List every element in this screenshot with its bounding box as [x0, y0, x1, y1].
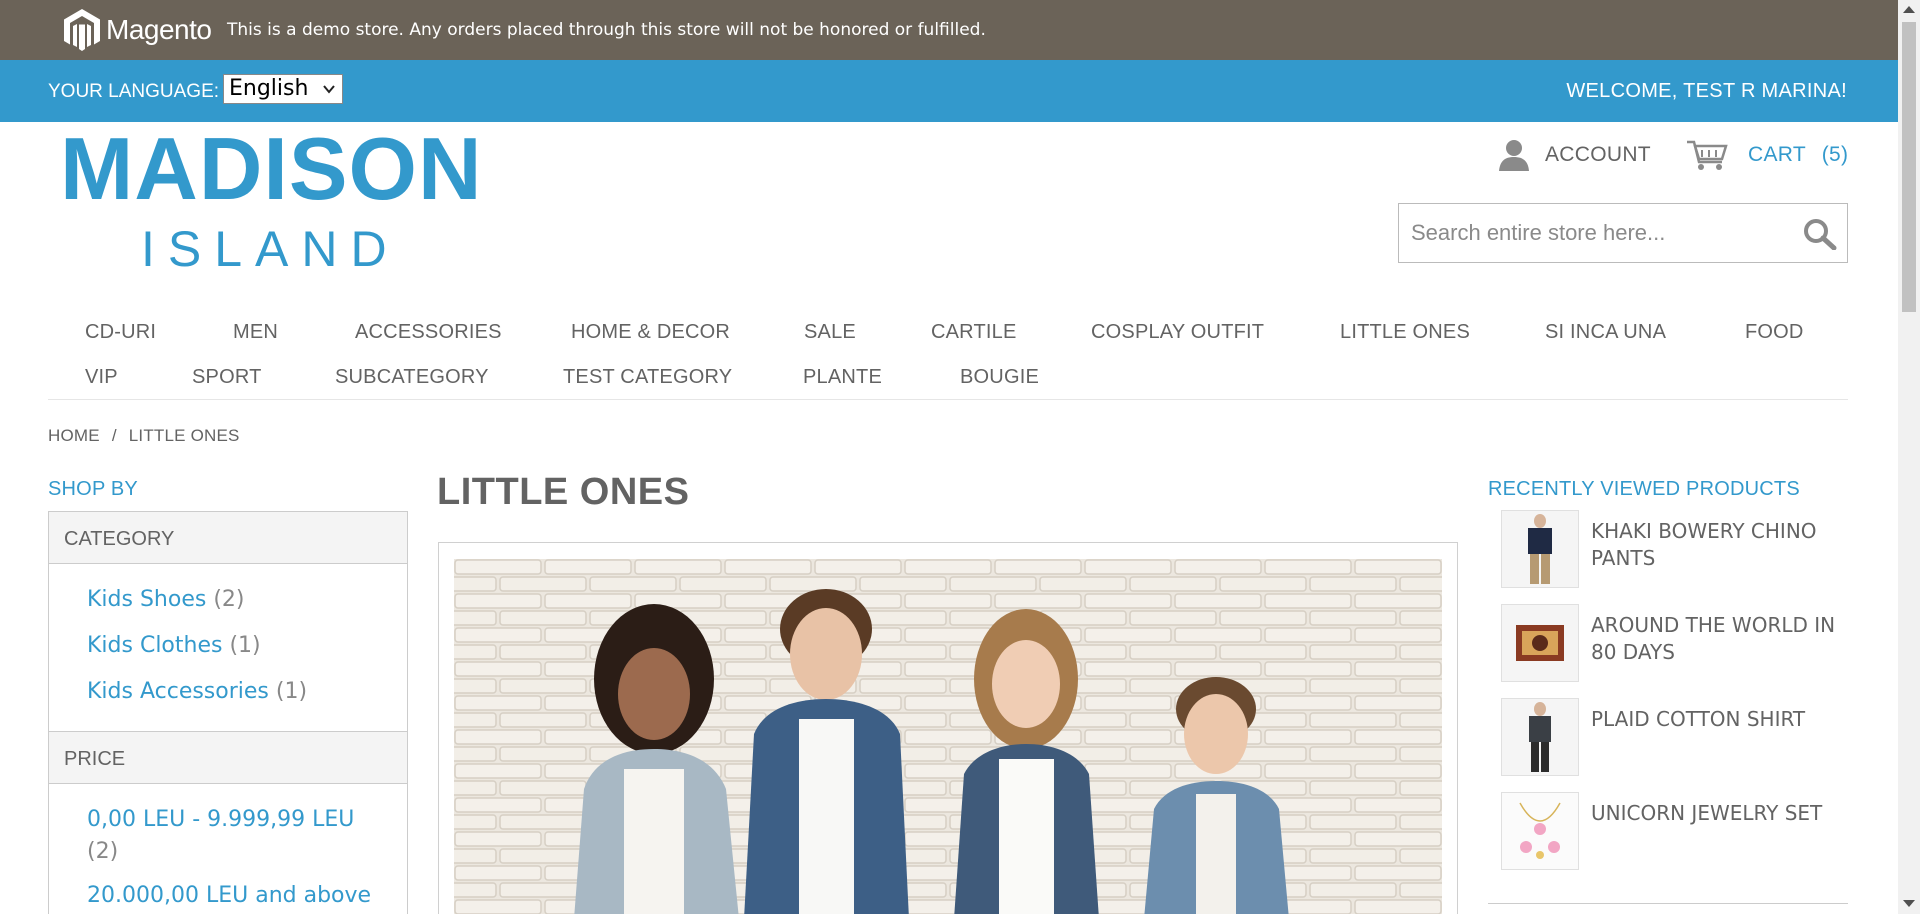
scroll-down-arrow-icon[interactable] — [1903, 900, 1915, 907]
product-name[interactable]: AROUND THE WORLD IN 80 DAYS — [1591, 612, 1861, 666]
filter-option-count: (1) — [229, 633, 261, 658]
kids-photo-illustration — [454, 559, 1442, 914]
nav-item-cosplay-outfit[interactable]: COSPLAY OUTFIT — [1091, 321, 1264, 344]
nav-item-si-inca-una[interactable]: SI INCA UNA — [1545, 321, 1666, 344]
nav-item-subcategory[interactable]: SUBCATEGORY — [335, 366, 489, 389]
filter-option[interactable]: Kids Shoes (2) — [87, 584, 407, 616]
filter-option[interactable]: 0,00 LEU - 9.999,99 LEU (2) — [87, 804, 387, 868]
main-nav: CD-URI MEN ACCESSORIES HOME & DECOR SALE… — [48, 310, 1848, 400]
filter-option-count: (1) — [275, 679, 308, 704]
cart-count: (5) — [1821, 143, 1849, 166]
breadcrumb-current: LITTLE ONES — [128, 426, 240, 445]
product-thumbnail[interactable] — [1501, 604, 1579, 682]
nav-item-cartile[interactable]: CARTILE — [931, 321, 1017, 344]
nav-item-men[interactable]: MEN — [233, 321, 278, 344]
search-input[interactable] — [1411, 218, 1791, 248]
nav-item-plante[interactable]: PLANTE — [803, 366, 882, 389]
cart-link[interactable]: CART (5) — [1686, 138, 1848, 172]
shop-by-heading: SHOP BY — [48, 478, 138, 500]
search-box — [1398, 203, 1848, 263]
cart-icon — [1687, 140, 1728, 170]
price-filter: PRICE 0,00 LEU - 9.999,99 LEU (2) 20.000… — [48, 731, 408, 914]
magento-logo-text: Magento — [106, 14, 212, 45]
page-title: LITTLE ONES — [437, 471, 690, 513]
logo-main-text: MADISON — [60, 119, 483, 218]
filter-option[interactable]: 20.000,00 LEU and above — [87, 880, 407, 912]
category-filter: CATEGORY Kids Shoes (2) Kids Clothes (1)… — [48, 511, 408, 732]
search-icon[interactable] — [1803, 218, 1837, 250]
nav-item-test-category[interactable]: TEST CATEGORY — [563, 366, 732, 389]
chevron-down-icon — [323, 85, 335, 94]
product-thumbnail[interactable] — [1501, 792, 1579, 870]
nav-item-home-decor[interactable]: HOME & DECOR — [571, 321, 730, 344]
nav-item-sale[interactable]: SALE — [804, 321, 856, 344]
filter-option-count: (2) — [213, 587, 245, 612]
recently-viewed-item[interactable]: UNICORN JEWELRY SET — [1501, 792, 1861, 872]
product-image — [1502, 605, 1578, 681]
recently-viewed-item[interactable]: AROUND THE WORLD IN 80 DAYS — [1501, 604, 1861, 684]
recently-viewed-item[interactable]: PLAID COTTON SHIRT — [1501, 698, 1861, 778]
logo-sub-text: ISLAND — [141, 221, 400, 277]
magento-icon — [64, 9, 100, 51]
language-select[interactable]: English — [223, 74, 343, 104]
filter-option-label: 20.000,00 LEU and above — [87, 883, 372, 908]
product-image — [1502, 511, 1578, 587]
product-name[interactable]: KHAKI BOWERY CHINO PANTS — [1591, 518, 1861, 572]
welcome-message: WELCOME, TEST R MARINA! — [1566, 80, 1847, 102]
product-image — [1502, 793, 1578, 869]
recently-viewed-heading: RECENTLY VIEWED PRODUCTS — [1488, 478, 1800, 500]
price-filter-list: 0,00 LEU - 9.999,99 LEU (2) 20.000,00 LE… — [49, 784, 407, 912]
price-filter-heading: PRICE — [49, 732, 407, 784]
category-filter-heading: CATEGORY — [49, 512, 407, 564]
nav-item-little-ones[interactable]: LITTLE ONES — [1340, 321, 1470, 344]
filter-option-label: Kids Accessories — [87, 679, 269, 704]
magento-logo: Magento — [61, 6, 212, 54]
category-banner — [438, 542, 1458, 914]
filter-option-label: 0,00 LEU - 9.999,99 LEU — [87, 807, 355, 832]
cart-label-text: CART — [1748, 143, 1806, 166]
account-link[interactable]: ACCOUNT — [1497, 138, 1651, 172]
nav-item-accessories[interactable]: ACCESSORIES — [355, 321, 502, 344]
breadcrumb: HOME / LITTLE ONES — [48, 426, 240, 446]
language-label: YOUR LANGUAGE: — [48, 81, 220, 102]
demo-notice-bar: Magento This is a demo store. Any orders… — [0, 0, 1898, 60]
breadcrumb-home[interactable]: HOME — [48, 426, 100, 445]
product-image — [1502, 699, 1578, 775]
product-thumbnail[interactable] — [1501, 698, 1579, 776]
account-icon — [1499, 140, 1529, 171]
category-filter-list: Kids Shoes (2) Kids Clothes (1) Kids Acc… — [49, 564, 407, 708]
recently-viewed-item[interactable]: KHAKI BOWERY CHINO PANTS — [1501, 510, 1861, 590]
divider — [1488, 903, 1848, 904]
nav-item-sport[interactable]: SPORT — [192, 366, 262, 389]
product-name[interactable]: UNICORN JEWELRY SET — [1591, 800, 1861, 827]
breadcrumb-separator: / — [111, 426, 117, 445]
product-name[interactable]: PLAID COTTON SHIRT — [1591, 706, 1861, 733]
nav-item-vip[interactable]: VIP — [85, 366, 118, 389]
account-label: ACCOUNT — [1545, 143, 1651, 166]
filter-option[interactable]: Kids Accessories (1) — [87, 676, 407, 708]
scrollbar-thumb[interactable] — [1902, 22, 1916, 312]
filter-option-label: Kids Shoes — [87, 587, 207, 612]
filter-option[interactable]: Kids Clothes (1) — [87, 630, 407, 662]
language-bar: YOUR LANGUAGE: English WELCOME, TEST R M… — [0, 60, 1898, 122]
product-thumbnail[interactable] — [1501, 510, 1579, 588]
nav-item-food[interactable]: FOOD — [1745, 321, 1804, 344]
demo-notice-text: This is a demo store. Any orders placed … — [227, 20, 986, 40]
page-scrollbar[interactable] — [1898, 0, 1920, 914]
category-banner-image — [454, 559, 1442, 914]
scroll-up-arrow-icon[interactable] — [1903, 6, 1915, 13]
filter-option-count: (2) — [87, 839, 119, 864]
nav-item-cd-uri[interactable]: CD-URI — [85, 321, 156, 344]
cart-label: CART (5) — [1738, 143, 1848, 167]
nav-item-bougie[interactable]: BOUGIE — [960, 366, 1039, 389]
language-selected-value: English — [229, 76, 309, 101]
filter-option-label: Kids Clothes — [87, 633, 223, 658]
